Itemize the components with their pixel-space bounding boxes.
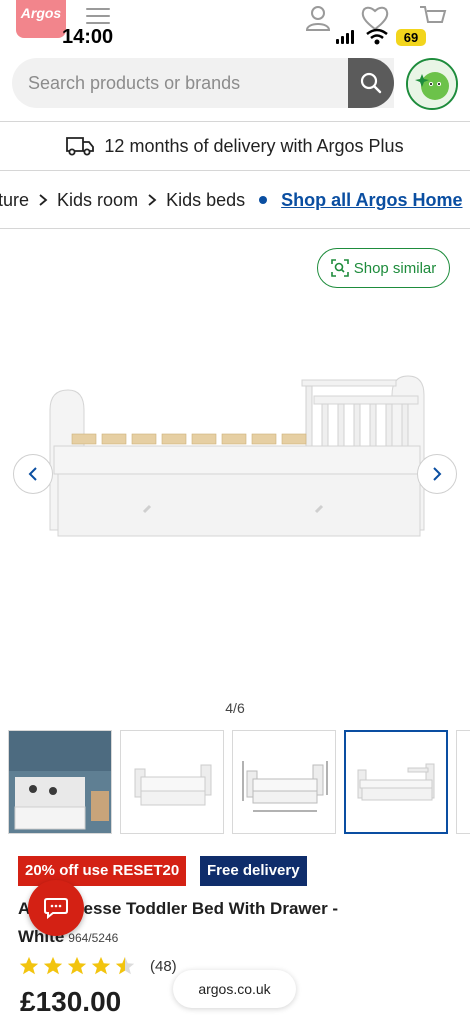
delivery-van-icon bbox=[66, 137, 95, 156]
trolley-icon[interactable] bbox=[418, 4, 448, 32]
product-title: A ome Jesse Toddler Bed With Drawer - bbox=[18, 899, 339, 918]
status-time: 14:00 bbox=[62, 26, 114, 48]
main-product-image[interactable] bbox=[0, 300, 470, 690]
breadcrumb-divider bbox=[0, 228, 470, 229]
breadcrumb-item-kids-room[interactable]: Kids room bbox=[57, 190, 138, 211]
previous-image-button[interactable] bbox=[13, 454, 53, 494]
delivery-banner-text: 12 months of delivery with Argos Plus bbox=[104, 135, 404, 156]
offer-badge[interactable]: 20% off use RESET20 bbox=[18, 856, 187, 886]
account-icon[interactable] bbox=[304, 4, 332, 32]
thumbnail-next-peek[interactable] bbox=[456, 730, 470, 834]
browser-url-bar[interactable]: argos.co.uk bbox=[173, 970, 296, 1008]
wifi-icon bbox=[366, 28, 388, 45]
delivery-banner[interactable]: 12 months of delivery with Argos Plus bbox=[0, 122, 470, 170]
star-full-icon bbox=[91, 956, 111, 975]
menu-icon[interactable] bbox=[86, 8, 110, 26]
banner-divider bbox=[0, 170, 470, 171]
breadcrumb-item-kids-beds[interactable]: Kids beds bbox=[166, 190, 245, 211]
star-full-icon bbox=[43, 956, 63, 975]
search-field[interactable] bbox=[12, 58, 394, 108]
thumbnail-side-view-selected[interactable] bbox=[344, 730, 448, 834]
thumbnail-strip bbox=[8, 730, 448, 834]
free-delivery-badge: Free delivery bbox=[200, 856, 307, 886]
star-full-icon bbox=[19, 956, 39, 975]
status-bar: Argos 14:00 69 bbox=[0, 0, 470, 52]
shop-similar-label: Shop similar bbox=[353, 259, 437, 277]
shop-all-argos-home-link[interactable]: Shop all Argos Home bbox=[281, 190, 462, 211]
chevron-right-icon bbox=[38, 193, 48, 207]
product-rating[interactable]: (48) bbox=[18, 955, 177, 977]
next-image-button[interactable] bbox=[417, 454, 457, 494]
chevron-right-icon bbox=[147, 193, 157, 207]
thumbnail-lifestyle[interactable] bbox=[8, 730, 112, 834]
star-half-icon bbox=[115, 956, 135, 975]
search-input[interactable] bbox=[12, 58, 342, 108]
visual-search-icon bbox=[330, 259, 349, 277]
catalogue-number: 964/5246 bbox=[68, 931, 119, 945]
thumbnail-bed-angle[interactable] bbox=[120, 730, 224, 834]
search-icon bbox=[360, 72, 382, 94]
breadcrumb: ture Kids room Kids beds Shop all Argos … bbox=[0, 172, 470, 228]
assistant-character-icon bbox=[408, 60, 456, 108]
argos-logo[interactable]: Argos bbox=[16, 0, 66, 38]
breadcrumb-dot bbox=[259, 196, 268, 204]
product-price: £130.00 bbox=[20, 986, 122, 1017]
chat-bubble-icon bbox=[44, 898, 68, 919]
star-full-icon bbox=[67, 956, 87, 975]
assistant-avatar[interactable] bbox=[406, 58, 458, 110]
signal-icon bbox=[336, 30, 354, 44]
chat-button[interactable] bbox=[28, 880, 84, 936]
breadcrumb-item-furniture[interactable]: ture bbox=[0, 190, 29, 211]
chevron-right-icon bbox=[433, 467, 442, 481]
review-count[interactable]: (48) bbox=[150, 958, 177, 975]
shop-similar-button[interactable]: Shop similar bbox=[317, 248, 450, 288]
thumbnail-dimensions[interactable] bbox=[232, 730, 336, 834]
battery-indicator: 69 bbox=[396, 29, 426, 46]
image-counter: 4/6 bbox=[225, 700, 245, 716]
chevron-left-icon bbox=[28, 467, 37, 481]
